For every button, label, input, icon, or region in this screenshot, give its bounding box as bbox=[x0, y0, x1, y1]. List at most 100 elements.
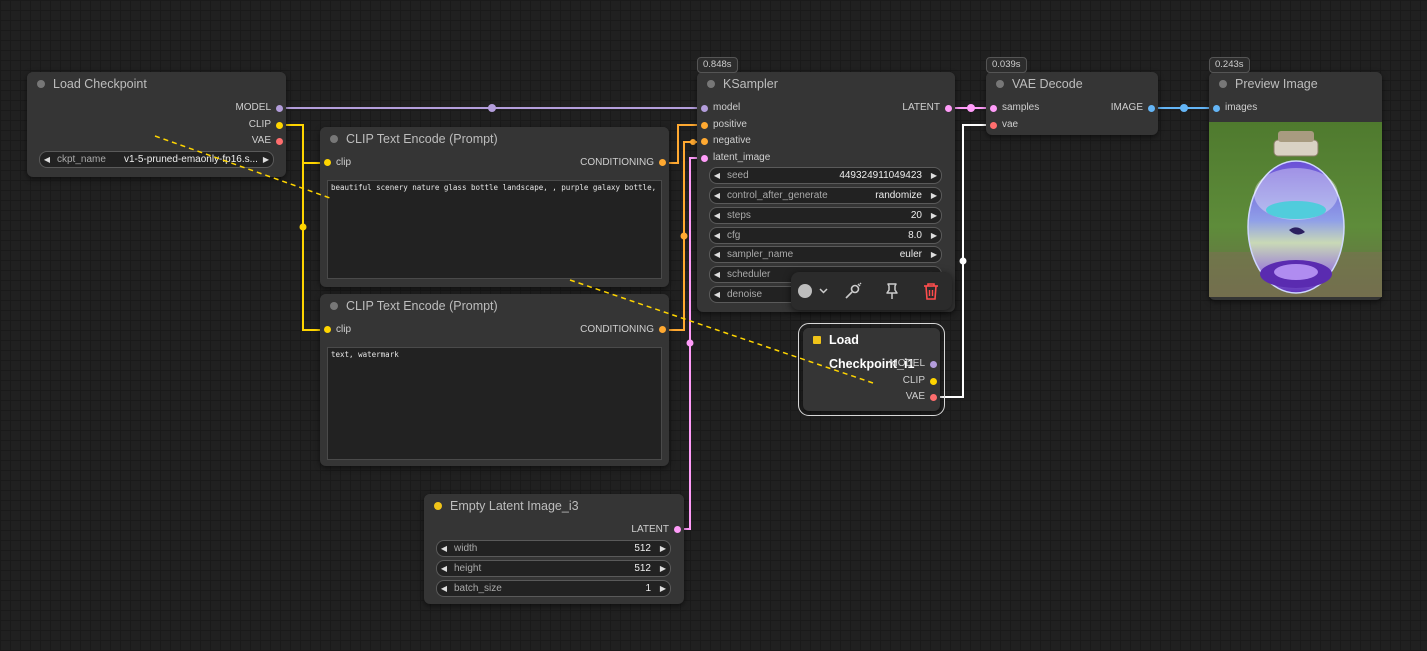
widget-value: 449324911049423 bbox=[839, 170, 922, 181]
prompt-textarea[interactable]: text, watermark bbox=[327, 347, 662, 460]
node-title[interactable]: CLIP Text Encode (Prompt) bbox=[320, 127, 669, 151]
height-widget[interactable]: ◀ height 512 ▶ bbox=[436, 560, 671, 577]
output-model-dot[interactable] bbox=[930, 361, 937, 368]
bypass-icon bbox=[845, 282, 862, 299]
cfg-widget[interactable]: ◀ cfg 8.0 ▶ bbox=[709, 227, 942, 244]
node-clip-text-encode-positive[interactable]: CLIP Text Encode (Prompt) clip CONDITION… bbox=[320, 127, 669, 287]
node-load-checkpoint-i1[interactable]: Load Checkpoint_i1 MODEL CLIP VAE bbox=[798, 323, 945, 416]
decrement-arrow-icon[interactable]: ◀ bbox=[710, 188, 724, 203]
increment-arrow-icon[interactable]: ▶ bbox=[927, 228, 941, 243]
node-title[interactable]: CLIP Text Encode (Prompt) bbox=[320, 294, 669, 318]
node-vae-decode[interactable]: VAE Decode samples vae IMAGE bbox=[986, 72, 1158, 135]
node-title[interactable]: Empty Latent Image_i3 bbox=[424, 494, 684, 518]
control-after-generate-widget[interactable]: ◀ control_after_generate randomize ▶ bbox=[709, 187, 942, 204]
node-title-label: KSampler bbox=[723, 77, 778, 91]
output-image: IMAGE bbox=[1110, 102, 1143, 113]
node-clip-text-encode-negative[interactable]: CLIP Text Encode (Prompt) clip CONDITION… bbox=[320, 294, 669, 466]
increment-arrow-icon[interactable]: ▶ bbox=[927, 188, 941, 203]
collapse-dot-icon[interactable] bbox=[996, 80, 1004, 88]
steps-widget[interactable]: ◀ steps 20 ▶ bbox=[709, 207, 942, 224]
batch-size-widget[interactable]: ◀ batch_size 1 ▶ bbox=[436, 580, 671, 597]
collapse-dot-icon[interactable] bbox=[707, 80, 715, 88]
node-title-label: VAE Decode bbox=[1012, 77, 1083, 91]
collapse-dot-icon[interactable] bbox=[330, 302, 338, 310]
decrement-arrow-icon[interactable]: ◀ bbox=[710, 287, 724, 302]
increment-arrow-icon[interactable]: ▶ bbox=[927, 208, 941, 223]
prompt-textarea[interactable]: beautiful scenery nature glass bottle la… bbox=[327, 180, 662, 279]
node-title[interactable]: VAE Decode bbox=[986, 72, 1158, 96]
increment-arrow-icon[interactable]: ▶ bbox=[259, 152, 273, 167]
decrement-arrow-icon[interactable]: ◀ bbox=[710, 267, 724, 282]
widget-label: width bbox=[454, 543, 478, 554]
color-picker-button[interactable] bbox=[791, 272, 835, 310]
decrement-arrow-icon[interactable]: ◀ bbox=[437, 561, 451, 576]
input-clip-dot[interactable] bbox=[324, 159, 331, 166]
increment-arrow-icon[interactable]: ▶ bbox=[656, 541, 670, 556]
output-conditioning: CONDITIONING bbox=[580, 157, 654, 168]
widget-value: v1-5-pruned-emaonly-fp16.s... bbox=[124, 154, 258, 165]
output-clip-dot[interactable] bbox=[276, 122, 283, 129]
widget-label: batch_size bbox=[454, 583, 502, 594]
node-title[interactable]: Preview Image bbox=[1209, 72, 1382, 96]
input-model-dot[interactable] bbox=[701, 105, 708, 112]
input-images-dot[interactable] bbox=[1213, 105, 1220, 112]
input-samples-dot[interactable] bbox=[990, 105, 997, 112]
bypass-button[interactable] bbox=[833, 272, 873, 310]
input-positive-dot[interactable] bbox=[701, 122, 708, 129]
trash-icon bbox=[924, 283, 938, 300]
output-model-dot[interactable] bbox=[276, 105, 283, 112]
widget-label: steps bbox=[727, 210, 751, 221]
output-vae: VAE bbox=[905, 391, 925, 402]
input-vae: vae bbox=[1002, 119, 1019, 130]
output-conditioning-dot[interactable] bbox=[659, 159, 666, 166]
delete-button[interactable] bbox=[911, 272, 951, 310]
output-clip-dot[interactable] bbox=[930, 378, 937, 385]
decrement-arrow-icon[interactable]: ◀ bbox=[710, 168, 724, 183]
output-latent-dot[interactable] bbox=[945, 105, 952, 112]
node-title[interactable]: KSampler bbox=[697, 72, 955, 96]
sampler-name-widget[interactable]: ◀ sampler_name euler ▶ bbox=[709, 246, 942, 263]
input-vae-dot[interactable] bbox=[990, 122, 997, 129]
decrement-arrow-icon[interactable]: ◀ bbox=[710, 208, 724, 223]
widget-label: scheduler bbox=[727, 269, 771, 280]
decrement-arrow-icon[interactable]: ◀ bbox=[437, 541, 451, 556]
widget-label: cfg bbox=[727, 230, 741, 241]
input-negative-dot[interactable] bbox=[701, 138, 708, 145]
width-widget[interactable]: ◀ width 512 ▶ bbox=[436, 540, 671, 557]
decrement-arrow-icon[interactable]: ◀ bbox=[710, 247, 724, 262]
node-title-label: Load Checkpoint bbox=[53, 77, 147, 91]
preview-image[interactable] bbox=[1209, 122, 1382, 297]
seed-widget[interactable]: ◀ seed 449324911049423 ▶ bbox=[709, 167, 942, 184]
ckpt-name-widget[interactable]: ◀ ckpt_name v1-5-pruned-emaonly-fp16.s..… bbox=[39, 151, 274, 168]
increment-arrow-icon[interactable]: ▶ bbox=[656, 581, 670, 596]
widget-label: ckpt_name bbox=[57, 154, 106, 165]
decrement-arrow-icon[interactable]: ◀ bbox=[40, 152, 54, 167]
collapse-dot-icon[interactable] bbox=[330, 135, 338, 143]
node-load-checkpoint[interactable]: Load Checkpoint MODEL CLIP VAE ◀ ckpt_na… bbox=[27, 72, 286, 177]
collapse-dot-icon[interactable] bbox=[1219, 80, 1227, 88]
node-title[interactable]: Load Checkpoint_i1 bbox=[803, 328, 940, 371]
pin-button[interactable] bbox=[872, 272, 912, 310]
decrement-arrow-icon[interactable]: ◀ bbox=[710, 228, 724, 243]
node-title[interactable]: Load Checkpoint bbox=[27, 72, 286, 96]
decrement-arrow-icon[interactable]: ◀ bbox=[437, 581, 451, 596]
node-title-label: CLIP Text Encode (Prompt) bbox=[346, 299, 498, 313]
pin-icon bbox=[886, 283, 898, 299]
collapse-dot-icon[interactable] bbox=[37, 80, 45, 88]
output-vae-dot[interactable] bbox=[276, 138, 283, 145]
node-empty-latent-image[interactable]: Empty Latent Image_i3 LATENT ◀ width 512… bbox=[424, 494, 684, 604]
collapse-dot-icon[interactable] bbox=[434, 502, 442, 510]
input-clip: clip bbox=[336, 324, 352, 335]
input-clip-dot[interactable] bbox=[324, 326, 331, 333]
output-vae-dot[interactable] bbox=[930, 394, 937, 401]
collapse-dot-icon[interactable] bbox=[813, 336, 821, 344]
increment-arrow-icon[interactable]: ▶ bbox=[927, 247, 941, 262]
node-preview-image[interactable]: Preview Image images bbox=[1209, 72, 1382, 300]
output-image-dot[interactable] bbox=[1148, 105, 1155, 112]
input-latent-image-dot[interactable] bbox=[701, 155, 708, 162]
output-conditioning-dot[interactable] bbox=[659, 326, 666, 333]
output-latent-dot[interactable] bbox=[674, 526, 681, 533]
increment-arrow-icon[interactable]: ▶ bbox=[656, 561, 670, 576]
widget-label: control_after_generate bbox=[727, 190, 828, 201]
increment-arrow-icon[interactable]: ▶ bbox=[927, 168, 941, 183]
